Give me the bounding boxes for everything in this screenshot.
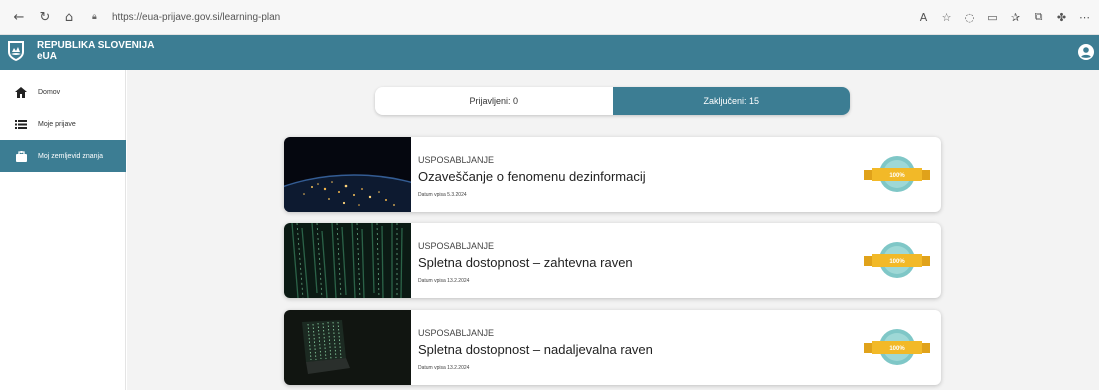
sidebar-item-label: Domov (38, 88, 61, 96)
user-account-icon[interactable] (1078, 44, 1094, 60)
course-title: Spletna dostopnost – zahtevna raven (418, 255, 633, 270)
split-screen-icon[interactable]: ▭ (984, 8, 1001, 26)
course-type: USPOSABLJANJE (418, 328, 495, 338)
collections-icon[interactable]: ⧉ (1030, 8, 1047, 26)
knowledge-map-icon (13, 150, 29, 162)
browser-toolbar: ← ↻ ⌂ 🔒︎ https://euа-prijave.gov.si/lear… (0, 0, 1099, 35)
sidebar: Domov Moje prijave Moj zemljevid znanja (0, 70, 126, 390)
sidebar-item-label: Moj zemljevid znanja (38, 152, 103, 160)
badge-label: 100% (889, 173, 905, 179)
brand-line2: eUA (37, 51, 58, 62)
course-title: Ozaveščanje o fenomenu dezinformacij (418, 169, 646, 184)
course-title: Spletna dostopnost – nadaljevalna raven (418, 342, 653, 357)
course-thumbnail-earth-night (284, 137, 411, 212)
main-content: Prijavljeni: 0 Zaključeni: 15 USPOSABLJA… (127, 70, 1099, 390)
lock-icon: 🔒︎ (92, 11, 97, 22)
course-thumbnail-matrix-code (284, 223, 411, 298)
copilot-icon[interactable]: ✤ (1053, 8, 1070, 26)
sidebar-item-moje-prijave[interactable]: Moje prijave (0, 108, 126, 140)
course-date: Datum vpisa 13.2.2024 (418, 365, 470, 371)
coat-of-arms-icon (8, 41, 24, 61)
course-card[interactable]: USPOSABLJANJE Spletna dostopnost – nadal… (284, 310, 941, 385)
brand-line1: REPUBLIKA SLOVENIJA (37, 40, 155, 51)
completion-badge-icon: 100% (864, 156, 930, 192)
brand-title[interactable]: REPUBLIKA SLOVENIJA eUA (37, 40, 154, 62)
sidebar-item-label: Moje prijave (38, 120, 76, 128)
tab-completed[interactable]: Zaključeni: 15 (612, 87, 850, 115)
home-icon (13, 86, 29, 98)
list-icon (13, 119, 29, 129)
course-type: USPOSABLJANJE (418, 241, 495, 251)
more-icon[interactable]: ⋯ (1076, 8, 1093, 26)
favorites-icon[interactable]: ✰ (1007, 8, 1024, 26)
read-aloud-icon[interactable]: A (915, 8, 932, 26)
url-text: https://euа-prijave.gov.si/learning-plan (112, 12, 281, 23)
refresh-icon[interactable]: ↻ (34, 6, 56, 28)
badge-label: 100% (889, 346, 905, 352)
sidebar-item-domov[interactable]: Domov (0, 76, 126, 108)
course-date: Datum vpisa 13.2.2024 (418, 278, 470, 284)
tab-registered[interactable]: Prijavljeni: 0 (375, 87, 613, 115)
app-header: REPUBLIKA SLOVENIJA eUA (0, 35, 1099, 70)
course-card[interactable]: USPOSABLJANJE Ozaveščanje o fenomenu dez… (284, 137, 941, 212)
address-bar[interactable]: 🔒︎ https://euа-prijave.gov.si/learning-p… (92, 7, 882, 28)
course-type: USPOSABLJANJE (418, 155, 495, 165)
badge-label: 100% (889, 259, 905, 265)
sidebar-item-zemljevid-znanja[interactable]: Moj zemljevid znanja (0, 140, 126, 172)
course-card[interactable]: USPOSABLJANJE Spletna dostopnost – zahte… (284, 223, 941, 298)
status-toggle: Prijavljeni: 0 Zaključeni: 15 (375, 87, 850, 115)
completion-badge-icon: 100% (864, 329, 930, 365)
home-icon[interactable]: ⌂ (58, 6, 80, 28)
course-thumbnail-laptop-code (284, 310, 411, 385)
course-date: Datum vpisa 5.3.2024 (418, 192, 467, 198)
favorite-icon[interactable]: ☆ (938, 8, 955, 26)
back-icon[interactable]: ← (8, 6, 30, 28)
completion-badge-icon: 100% (864, 242, 930, 278)
extensions-icon[interactable]: ◌ (961, 8, 978, 26)
